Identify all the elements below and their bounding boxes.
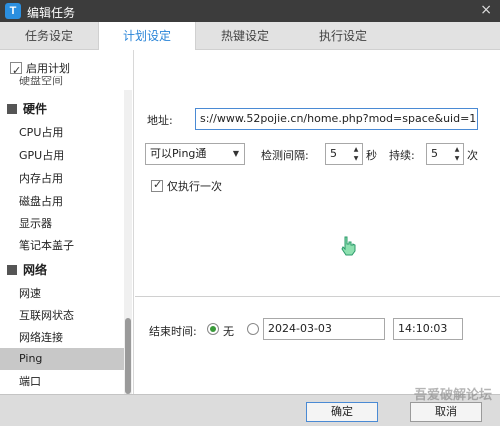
cancel-button[interactable]: 取消 bbox=[410, 402, 482, 422]
address-input[interactable]: s://www.52pojie.cn/home.php?mod=space&ui… bbox=[195, 108, 478, 130]
end-time-input[interactable]: 14:10:03 bbox=[393, 318, 463, 340]
site-watermark: 吾爱破解论坛 bbox=[413, 387, 492, 402]
close-icon[interactable]: × bbox=[480, 2, 492, 18]
address-label: 地址: bbox=[147, 114, 173, 127]
scrollbar-thumb[interactable] bbox=[125, 318, 131, 394]
category-icon bbox=[7, 265, 17, 275]
end-none-radio[interactable] bbox=[207, 323, 219, 335]
tree-item-ping[interactable]: Ping bbox=[0, 348, 124, 370]
interval-stepper[interactable]: 5 ▲ ▼ bbox=[325, 143, 363, 165]
interval-unit: 秒 bbox=[366, 149, 377, 162]
tree-item-net-speed[interactable]: 网速 bbox=[0, 283, 124, 305]
interval-label: 检测间隔: bbox=[261, 149, 309, 162]
category-icon bbox=[7, 104, 17, 114]
tree-item-laptop-lid[interactable]: 笔记本盖子 bbox=[0, 235, 124, 257]
duration-value: 5 bbox=[431, 147, 438, 160]
enable-plan-label: 启用计划 bbox=[26, 62, 70, 75]
tree-item-memory[interactable]: 内存占用 bbox=[0, 168, 124, 190]
tab-exec-settings[interactable]: 执行设定 bbox=[294, 22, 392, 50]
check-icon: ✓ bbox=[153, 178, 163, 191]
tree-category-network[interactable]: 网络 bbox=[0, 259, 124, 281]
title-bar: T 编辑任务 × bbox=[0, 0, 500, 22]
radio-selected-dot bbox=[210, 326, 216, 332]
select-value: 可以Ping通 bbox=[150, 147, 207, 160]
end-date-input[interactable]: 2024-03-03 bbox=[263, 318, 385, 340]
tab-hotkey-settings[interactable]: 热键设定 bbox=[196, 22, 294, 50]
tree-item-gpu[interactable]: GPU占用 bbox=[0, 145, 124, 167]
duration-unit: 次 bbox=[467, 149, 478, 162]
chevron-down-icon: ▼ bbox=[232, 149, 239, 158]
ping-condition-select[interactable]: 可以Ping通 ▼ bbox=[145, 143, 245, 165]
run-once-checkbox[interactable]: ✓ 仅执行一次 bbox=[151, 178, 222, 194]
tab-task-settings[interactable]: 任务设定 bbox=[0, 22, 98, 50]
tab-plan-settings[interactable]: 计划设定 bbox=[98, 22, 196, 51]
tree-item-net-connection[interactable]: 网络连接 bbox=[0, 327, 124, 349]
spinner-arrows-icon[interactable]: ▲ ▼ bbox=[351, 145, 361, 163]
tree-scrollbar[interactable] bbox=[124, 90, 132, 394]
window-title: 编辑任务 bbox=[27, 6, 76, 20]
tree-item-partial[interactable]: 硬盘空间 bbox=[0, 76, 124, 90]
tree-item-cpu[interactable]: CPU占用 bbox=[0, 122, 124, 144]
tree-item-internet-status[interactable]: 互联网状态 bbox=[0, 305, 124, 327]
settings-panel: 地址: s://www.52pojie.cn/home.php?mod=spac… bbox=[135, 50, 500, 394]
spinner-arrows-icon[interactable]: ▲ ▼ bbox=[452, 145, 462, 163]
checkbox[interactable]: ✓ bbox=[10, 62, 22, 77]
category-label: 网络 bbox=[23, 263, 48, 277]
trigger-tree: ✓ 启用计划 硬盘空间 硬件 CPU占用 GPU占用 内存占用 磁盘占用 显示器 … bbox=[0, 50, 134, 394]
end-date-radio[interactable] bbox=[247, 323, 259, 335]
checkbox[interactable]: ✓ bbox=[151, 178, 163, 192]
category-label: 硬件 bbox=[23, 102, 48, 116]
duration-label: 持续: bbox=[389, 149, 415, 162]
tree-category-hardware[interactable]: 硬件 bbox=[0, 98, 124, 120]
divider bbox=[135, 296, 500, 297]
app-icon: T bbox=[5, 3, 21, 19]
interval-value: 5 bbox=[330, 147, 337, 160]
tree-item-disk[interactable]: 磁盘占用 bbox=[0, 191, 124, 213]
tree-item-port[interactable]: 端口 bbox=[0, 371, 124, 393]
hand-cursor-icon bbox=[341, 236, 356, 256]
end-time-label: 结束时间: bbox=[149, 325, 197, 338]
duration-stepper[interactable]: 5 ▲ ▼ bbox=[426, 143, 464, 165]
tab-bar: 任务设定 计划设定 热键设定 执行设定 bbox=[0, 22, 500, 51]
run-once-label: 仅执行一次 bbox=[167, 180, 222, 193]
end-none-label: 无 bbox=[223, 325, 234, 338]
ok-button[interactable]: 确定 bbox=[306, 402, 378, 422]
tree-item-display[interactable]: 显示器 bbox=[0, 213, 124, 235]
